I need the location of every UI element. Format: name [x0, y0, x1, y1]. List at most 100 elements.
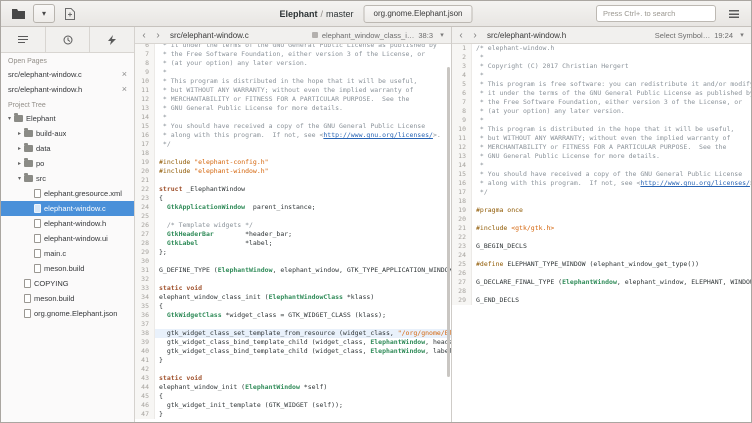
build-target-button[interactable]: org.gnome.Elephant.json	[364, 5, 473, 23]
source-text[interactable]: };	[155, 248, 451, 257]
source-text[interactable]: GtkHeaderBar *header_bar;	[155, 230, 451, 239]
tree-item-src[interactable]: ▾src	[1, 171, 134, 186]
source-text[interactable]: #include "elephant-config.h"	[155, 158, 451, 167]
symbol-selector-button[interactable]: elephant_window_class_i…	[322, 31, 415, 40]
open-document-button[interactable]	[7, 4, 29, 23]
close-icon[interactable]: ×	[118, 85, 127, 94]
tree-item-data[interactable]: ▸data	[1, 141, 134, 156]
sidebar-tab-pages-button[interactable]	[1, 27, 46, 52]
nav-forward-button[interactable]: ›	[470, 28, 480, 43]
source-text[interactable]	[472, 269, 751, 278]
symbol-selector-button[interactable]: Select Symbol…	[655, 31, 710, 40]
source-text[interactable]: *	[472, 161, 751, 170]
source-text[interactable]: G_DEFINE_TYPE (ElephantWindow, elephant_…	[155, 266, 451, 275]
source-text[interactable]: GtkWidgetClass *widget_class = GTK_WIDGE…	[155, 311, 451, 320]
source-text[interactable]: gtk_widget_class_bind_template_child (wi…	[155, 347, 451, 356]
sidebar-tab-transfers-button[interactable]	[46, 27, 91, 52]
source-text[interactable]: * You should have received a copy of the…	[472, 170, 751, 179]
source-text[interactable]: G_END_DECLS	[472, 296, 751, 305]
source-text[interactable]: }	[155, 410, 451, 419]
source-text[interactable]	[472, 197, 751, 206]
source-text[interactable]: gtk_widget_class_bind_template_child (wi…	[155, 338, 451, 347]
source-text[interactable]: #include <gtk/gtk.h>	[472, 224, 751, 233]
nav-back-button[interactable]: ‹	[139, 28, 149, 43]
source-text[interactable]: * along with this program. If not, see <…	[155, 131, 451, 140]
source-text[interactable]	[155, 257, 451, 266]
scrollbar-thumb[interactable]	[447, 67, 450, 377]
source-text[interactable]: * (at your option) any later version.	[155, 59, 451, 68]
source-text[interactable]: {	[155, 302, 451, 311]
expander-icon[interactable]: ▸	[15, 130, 24, 137]
source-text[interactable]: * You should have received a copy of the…	[155, 122, 451, 131]
open-page-item[interactable]: src/elephant-window.h×	[1, 82, 134, 97]
tree-item-elephant-window-ui[interactable]: elephant-window.ui	[1, 231, 134, 246]
source-text[interactable]: gtk_widget_class_set_template_from_resou…	[155, 329, 451, 338]
tree-item-meson-build[interactable]: meson.build	[1, 261, 134, 276]
source-text[interactable]: *	[155, 113, 451, 122]
source-text[interactable]: * the Free Software Foundation, either v…	[472, 98, 751, 107]
source-text[interactable]: gtk_widget_init_template (GTK_WIDGET (se…	[155, 401, 451, 410]
code-editor-h[interactable]: 1/* elephant-window.h2 *3 * Copyright (C…	[452, 44, 751, 305]
source-text[interactable]: * MERCHANTABILITY or FITNESS FOR A PARTI…	[155, 95, 451, 104]
source-text[interactable]: }	[155, 356, 451, 365]
source-text[interactable]	[155, 365, 451, 374]
source-text[interactable]: G_BEGIN_DECLS	[472, 242, 751, 251]
source-text[interactable]: * but WITHOUT ANY WARRANTY; without even…	[155, 86, 451, 95]
tree-item-meson-build[interactable]: meson.build	[1, 291, 134, 306]
source-text[interactable]: {	[155, 194, 451, 203]
source-text[interactable]: elephant_window_init (ElephantWindow *se…	[155, 383, 451, 392]
source-text[interactable]: struct _ElephantWindow	[155, 185, 451, 194]
nav-back-button[interactable]: ‹	[456, 28, 466, 43]
source-text[interactable]	[472, 251, 751, 260]
source-text[interactable]: * This program is free software: you can…	[472, 80, 751, 89]
expander-icon[interactable]: ▸	[15, 160, 24, 167]
tree-item-elephant-gresource-xml[interactable]: elephant.gresource.xml	[1, 186, 134, 201]
source-text[interactable]	[472, 215, 751, 224]
open-document-dropdown-button[interactable]: ▾	[33, 4, 55, 23]
tree-item-main-c[interactable]: main.c	[1, 246, 134, 261]
source-text[interactable]: * GNU General Public License for more de…	[472, 152, 751, 161]
expander-icon[interactable]: ▾	[15, 175, 24, 182]
source-text[interactable]	[472, 233, 751, 242]
code-editor-c[interactable]: 6 * it under the terms of the GNU Genera…	[135, 44, 451, 419]
open-page-item[interactable]: src/elephant-window.c×	[1, 67, 134, 82]
editor-menu-button[interactable]: ▾	[737, 28, 747, 43]
source-text[interactable]: *	[472, 71, 751, 80]
source-text[interactable]: * MERCHANTABILITY or FITNESS FOR A PARTI…	[472, 143, 751, 152]
source-text[interactable]: *	[472, 53, 751, 62]
source-text[interactable]: {	[155, 392, 451, 401]
source-text[interactable]	[472, 287, 751, 296]
source-text[interactable]: #pragma once	[472, 206, 751, 215]
source-text[interactable]: */	[472, 188, 751, 197]
close-icon[interactable]: ×	[118, 70, 127, 79]
source-text[interactable]	[155, 176, 451, 185]
tree-item-elephant-window-h[interactable]: elephant-window.h	[1, 216, 134, 231]
source-text[interactable]: * This program is distributed in the hop…	[155, 77, 451, 86]
source-text[interactable]: * This program is distributed in the hop…	[472, 125, 751, 134]
scrollbar[interactable]	[446, 44, 451, 422]
source-text[interactable]: * Copyright (C) 2017 Christian Hergert	[472, 62, 751, 71]
source-text[interactable]: /* elephant-window.h	[472, 44, 751, 53]
source-text[interactable]: *	[155, 68, 451, 77]
source-text[interactable]: /* Template widgets */	[155, 221, 451, 230]
source-text[interactable]: GtkApplicationWindow parent_instance;	[155, 203, 451, 212]
source-text[interactable]	[155, 320, 451, 329]
source-text[interactable]	[155, 149, 451, 158]
source-text[interactable]: * (at your option) any later version.	[472, 107, 751, 116]
source-text[interactable]: #include "elephant-window.h"	[155, 167, 451, 176]
source-text[interactable]: static void	[155, 374, 451, 383]
source-text[interactable]	[155, 212, 451, 221]
source-text[interactable]: static void	[155, 284, 451, 293]
expander-icon[interactable]: ▾	[5, 115, 14, 122]
tree-item-org-gnome-elephant-json[interactable]: org.gnome.Elephant.json	[1, 306, 134, 321]
tree-item-copying[interactable]: COPYING	[1, 276, 134, 291]
global-search-input[interactable]	[596, 5, 716, 22]
source-text[interactable]	[155, 275, 451, 284]
sidebar-tab-build-button[interactable]	[90, 27, 134, 52]
source-text[interactable]: G_DECLARE_FINAL_TYPE (ElephantWindow, el…	[472, 278, 751, 287]
source-text[interactable]: *	[472, 116, 751, 125]
source-text[interactable]: elephant_window_class_init (ElephantWind…	[155, 293, 451, 302]
source-text[interactable]: GtkLabel *label;	[155, 239, 451, 248]
tree-item-elephant[interactable]: ▾Elephant	[1, 111, 134, 126]
menu-button[interactable]	[723, 4, 745, 23]
